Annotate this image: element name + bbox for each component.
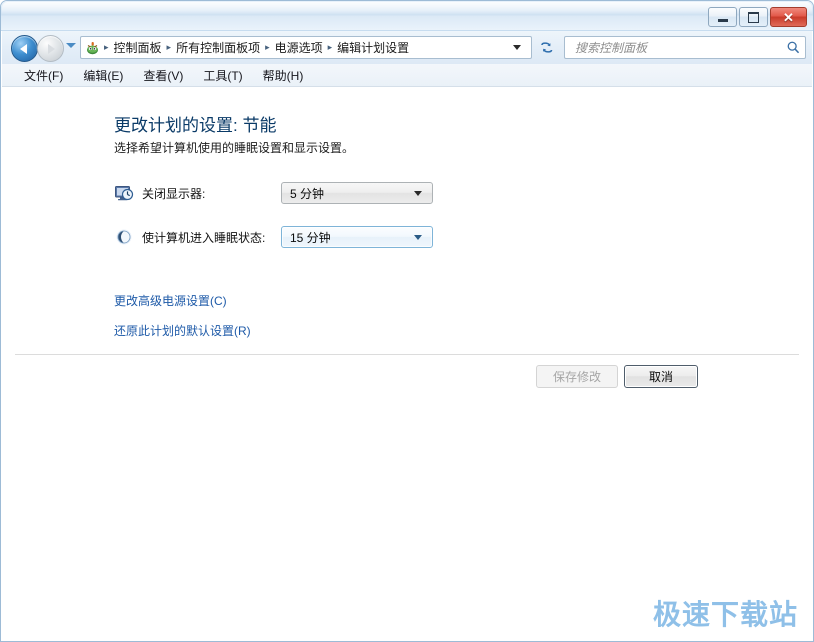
- search-input[interactable]: [573, 39, 786, 56]
- title-bar: ✕: [1, 1, 813, 31]
- minimize-icon: [717, 18, 728, 22]
- content-separator: [15, 354, 799, 355]
- dropdown-value-computer-sleep: 15 分钟: [290, 230, 331, 245]
- address-bar-strip: ▸ 控制面板 ▸ 所有控制面板项 ▸ 电源选项 ▸ 编辑计划设置: [2, 31, 812, 64]
- content-pane: 更改计划的设置: 节能 选择希望计算机使用的睡眠设置和显示设置。 关闭显示器: …: [2, 87, 812, 641]
- chevron-down-icon[interactable]: [414, 234, 422, 240]
- link-restore-plan-defaults[interactable]: 还原此计划的默认设置(R): [114, 322, 251, 339]
- maximize-icon: [748, 11, 759, 23]
- forward-button[interactable]: [37, 35, 64, 62]
- cancel-button[interactable]: 取消: [624, 365, 698, 388]
- page-subtitle: 选择希望计算机使用的睡眠设置和显示设置。: [114, 141, 355, 155]
- menu-item-help[interactable]: 帮助(H): [255, 65, 312, 86]
- page-title: 更改计划的设置: 节能: [114, 116, 277, 135]
- breadcrumb-item-1[interactable]: 所有控制面板项: [172, 37, 264, 58]
- save-changes-label: 保存修改: [552, 370, 601, 384]
- menu-item-view[interactable]: 查看(V): [135, 65, 191, 86]
- search-box[interactable]: [564, 36, 806, 59]
- minimize-button[interactable]: [708, 7, 737, 27]
- setting-row-computer-sleep: 使计算机进入睡眠状态:: [114, 227, 265, 247]
- arrow-left-icon: [20, 43, 27, 54]
- monitor-clock-icon: [114, 183, 134, 203]
- control-panel-window: ✕ ▸ 控制面板 ▸ 所有控制面板项 ▸ 电源选项 ▸ 编辑计划设置 搜索控制面…: [0, 0, 814, 642]
- setting-label-turn-off-display: 关闭显示器:: [142, 186, 206, 201]
- back-button[interactable]: [11, 35, 38, 62]
- address-breadcrumb-bar[interactable]: ▸ 控制面板 ▸ 所有控制面板项 ▸ 电源选项 ▸ 编辑计划设置: [80, 36, 532, 59]
- link-change-advanced-power-settings[interactable]: 更改高级电源设置(C): [114, 292, 227, 309]
- search-icon[interactable]: [786, 40, 801, 55]
- close-icon: ✕: [783, 9, 794, 25]
- refresh-button[interactable]: [536, 36, 558, 59]
- menu-item-edit[interactable]: 编辑(E): [75, 65, 131, 86]
- chevron-down-icon[interactable]: [513, 45, 521, 50]
- dropdown-value-turn-off-display: 5 分钟: [290, 186, 325, 201]
- arrow-right-icon: [48, 43, 55, 54]
- refresh-icon: [541, 41, 553, 53]
- dropdown-computer-sleep[interactable]: 15 分钟: [281, 226, 433, 248]
- maximize-button[interactable]: [739, 7, 768, 27]
- save-changes-button[interactable]: 保存修改: [536, 365, 618, 388]
- breadcrumb-item-2[interactable]: 电源选项: [271, 37, 327, 58]
- menu-bar: 文件(F) 编辑(E) 查看(V) 工具(T) 帮助(H): [2, 64, 812, 87]
- control-panel-icon: [85, 40, 101, 56]
- breadcrumb-item-3[interactable]: 编辑计划设置: [333, 37, 413, 58]
- moon-sleep-icon: [114, 227, 134, 247]
- setting-row-turn-off-display: 关闭显示器:: [114, 183, 205, 203]
- menu-item-tools[interactable]: 工具(T): [195, 65, 250, 86]
- breadcrumb-item-0[interactable]: 控制面板: [110, 37, 166, 58]
- site-watermark: 极速下载站: [652, 599, 798, 630]
- setting-label-computer-sleep: 使计算机进入睡眠状态:: [142, 230, 266, 245]
- menu-item-file[interactable]: 文件(F): [16, 65, 71, 86]
- cancel-label: 取消: [648, 370, 673, 384]
- close-button[interactable]: ✕: [770, 7, 807, 27]
- titlebar-glow: [2, 2, 812, 14]
- chevron-down-icon[interactable]: [414, 190, 422, 196]
- dropdown-turn-off-display[interactable]: 5 分钟: [281, 182, 433, 204]
- recent-pages-dropdown-icon[interactable]: [66, 43, 76, 48]
